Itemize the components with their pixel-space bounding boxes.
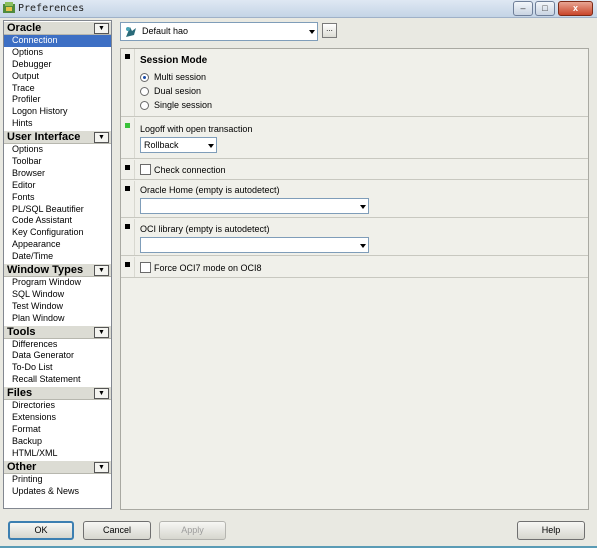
sidebar-item[interactable]: Extensions [4,412,111,424]
category-panel: Oracle ▼ Connection Options Debugger Output Tr… [3,20,112,509]
sidebar-item[interactable]: Fonts [4,192,111,204]
title-bar: Preferences – □ x [0,0,597,18]
check-connection-label: Check connection [154,165,226,175]
close-button[interactable]: x [558,1,593,16]
collapse-icon[interactable]: ▼ [94,388,109,400]
logoff-select[interactable]: Rollback [140,137,217,153]
button-bar: OK Cancel Apply Help [0,511,597,548]
sidebar-item[interactable]: Code Assistant [4,215,111,227]
category-label: Tools [7,325,36,338]
logoff-section: Logoff with open transaction Rollback [121,118,588,159]
category-header[interactable]: Files ▼ [4,386,111,401]
sidebar-item[interactable]: Format [4,424,111,436]
sidebar-item[interactable]: Data Generator [4,350,111,362]
session-mode-title: Session Mode [140,55,208,66]
section-marker [125,224,130,229]
sidebar-item[interactable]: Connection [4,35,111,47]
category-header[interactable]: Oracle ▼ [4,21,111,35]
profile-value: Default hao [142,26,189,36]
sidebar-item[interactable]: Backup [4,436,111,448]
sidebar-item[interactable]: Updates & News [4,486,111,498]
category-label: User Interface [7,131,81,144]
sidebar-item[interactable]: Output [4,71,111,83]
category-label: Oracle [7,22,42,34]
collapse-icon[interactable]: ▼ [94,461,109,473]
oracle-home-section: Oracle Home (empty is autodetect) [121,181,588,218]
changed-marker [125,123,130,128]
sidebar-item[interactable]: HTML/XML [4,448,111,460]
category-header[interactable]: User Interface ▼ [4,130,111,145]
profile-edit-button[interactable]: ... [322,23,337,38]
profile-select[interactable]: Default hao [120,22,318,41]
logoff-label: Logoff with open transaction [140,124,253,134]
category-header[interactable]: Tools ▼ [4,324,111,339]
oci-library-section: OCI library (empty is autodetect) [121,219,588,256]
sidebar-item[interactable]: Debugger [4,59,111,71]
radio-button[interactable] [140,101,149,110]
sidebar-item[interactable]: Test Window [4,301,111,313]
sidebar-item[interactable]: Differences [4,339,111,351]
ok-button[interactable]: OK [8,521,74,540]
settings-panel: Session Mode Multi session Dual sesion S… [120,48,589,510]
oracle-home-select[interactable] [140,198,369,214]
section-marker [125,186,130,191]
check-connection-checkbox[interactable] [140,164,151,175]
category-header[interactable]: Other ▼ [4,459,111,474]
sidebar-item[interactable]: Browser [4,168,111,180]
sidebar-item[interactable]: Key Configuration [4,227,111,239]
maximize-button[interactable]: □ [535,1,555,16]
minimize-button[interactable]: – [513,1,533,16]
sidebar-item[interactable]: Trace [4,83,111,95]
collapse-icon[interactable]: ▼ [94,265,109,277]
cancel-button[interactable]: Cancel [83,521,151,540]
sidebar-item[interactable]: Toolbar [4,156,111,168]
sidebar-item[interactable]: SQL Window [4,289,111,301]
check-connection-section: Check connection [121,160,588,180]
force-oci7-checkbox[interactable] [140,262,151,273]
sidebar-item[interactable]: Program Window [4,277,111,289]
category-label: Files [7,387,33,400]
oci-library-select[interactable] [140,237,369,253]
sidebar-item[interactable]: Printing [4,474,111,486]
section-marker [125,262,130,267]
app-icon [3,2,15,13]
radio-button[interactable] [140,87,149,96]
apply-button[interactable]: Apply [159,521,226,540]
help-button[interactable]: Help [517,521,585,540]
sidebar-item[interactable]: Profiler [4,94,111,106]
session-mode-section: Session Mode Multi session Dual sesion S… [121,49,588,117]
sidebar-item[interactable]: Directories [4,400,111,412]
collapse-icon[interactable]: ▼ [94,132,109,144]
sidebar-item[interactable]: Options [4,47,111,59]
radio-button[interactable] [140,73,149,82]
collapse-icon[interactable]: ▼ [94,23,109,34]
sidebar-item[interactable]: Recall Statement [4,374,111,386]
window-title: Preferences [18,3,85,14]
chevron-down-icon [309,30,315,34]
sidebar-item[interactable]: Plan Window [4,313,111,325]
section-marker [125,165,130,170]
category-label: Other [7,460,37,473]
section-marker [125,54,130,59]
category-label: Window Types [7,264,84,277]
oracle-home-label: Oracle Home (empty is autodetect) [140,185,280,195]
sidebar-item[interactable]: To-Do List [4,362,111,374]
force-oci7-section: Force OCI7 mode on OCI8 [121,257,588,278]
chevron-down-icon [360,244,366,248]
profile-icon [126,27,136,37]
sidebar-item[interactable]: PL/SQL Beautifier [4,204,111,216]
oci-library-label: OCI library (empty is autodetect) [140,224,270,234]
collapse-icon[interactable]: ▼ [94,326,109,338]
sidebar-item[interactable]: Options [4,144,111,156]
sidebar-item[interactable]: Appearance [4,239,111,251]
sidebar-item[interactable]: Editor [4,180,111,192]
chevron-down-icon [208,144,214,148]
sidebar-item[interactable]: Date/Time [4,251,111,263]
chevron-down-icon [360,205,366,209]
force-oci7-label: Force OCI7 mode on OCI8 [154,263,262,273]
category-header[interactable]: Window Types ▼ [4,263,111,278]
sidebar-item[interactable]: Hints [4,118,111,130]
sidebar-item[interactable]: Logon History [4,106,111,118]
